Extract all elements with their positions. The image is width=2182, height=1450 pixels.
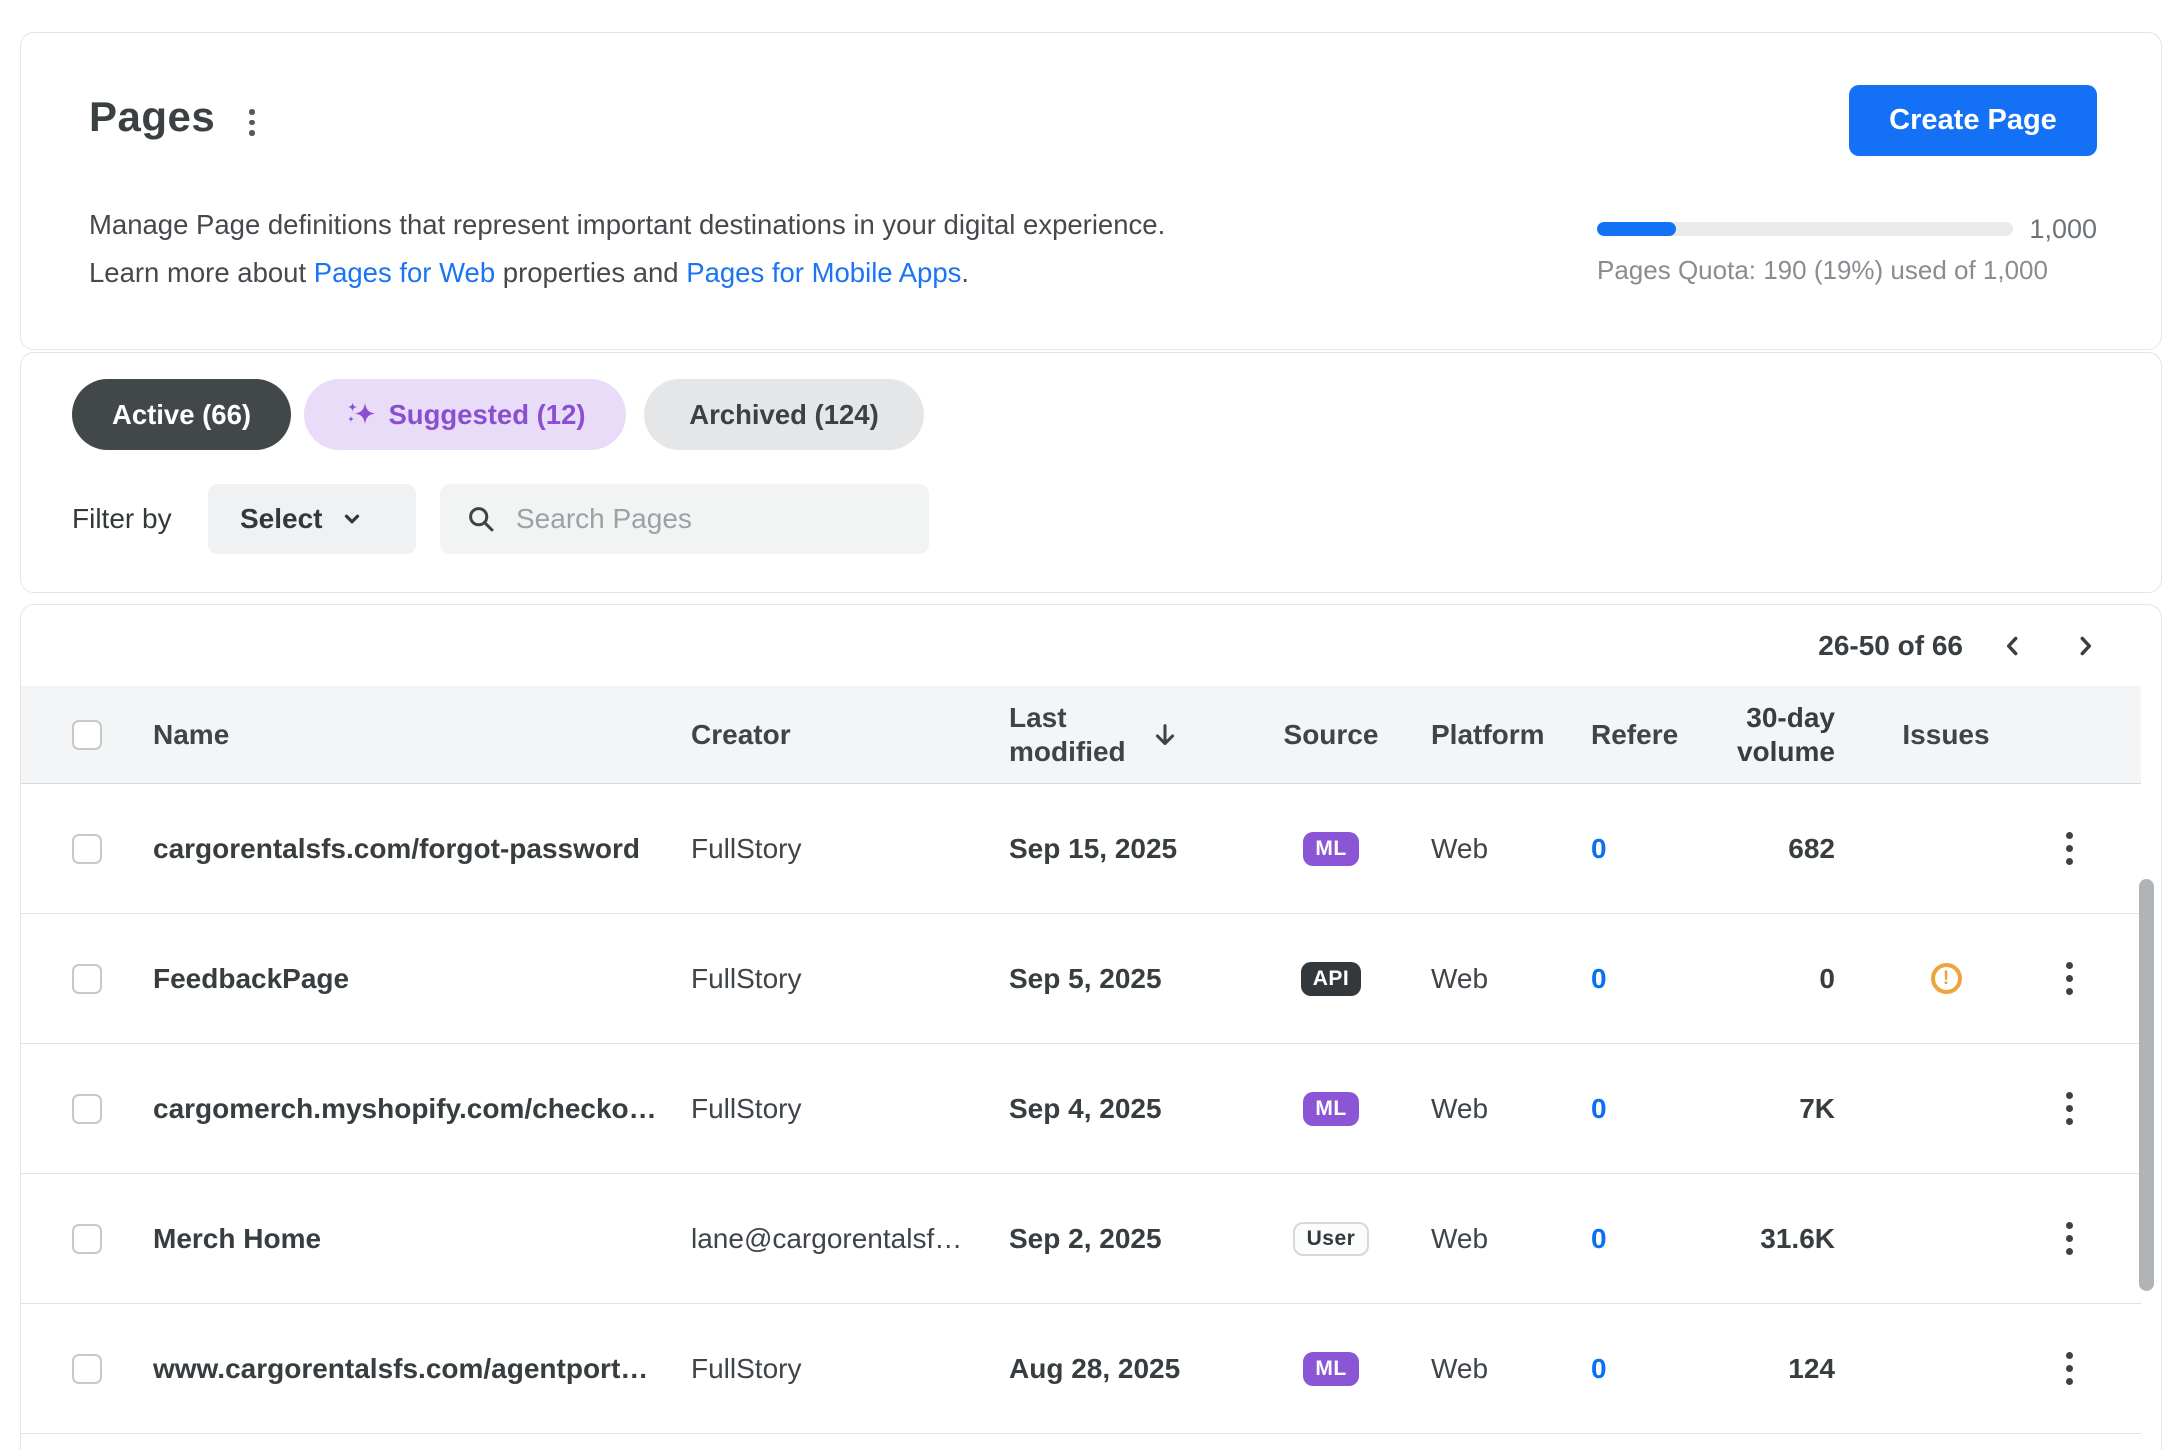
row-checkbox[interactable] [72, 1224, 102, 1254]
quota-max-label: 1,000 [2029, 214, 2097, 245]
page-creator: FullStory [691, 833, 1009, 865]
row-checkbox[interactable] [72, 1094, 102, 1124]
page-last-modified: Sep 4, 2025 [1009, 1093, 1231, 1125]
chevron-left-icon [2000, 633, 2026, 659]
source-badge: ML [1303, 1092, 1358, 1126]
next-page-button[interactable] [2063, 624, 2107, 668]
column-header-platform: Platform [1431, 719, 1591, 751]
referrals-count-link[interactable]: 0 [1591, 1223, 1731, 1255]
search-icon [466, 504, 496, 534]
quota-usage-text: Pages Quota: 190 (19%) used of 1,000 [1597, 255, 2097, 286]
page-volume: 7K [1731, 1093, 1851, 1125]
filter-select-value: Select [240, 503, 323, 535]
tab-suggested-label: Suggested (12) [388, 399, 585, 431]
source-badge: ML [1303, 1352, 1358, 1386]
column-header-issues: Issues [1851, 719, 2041, 751]
issue-warning-icon[interactable]: ! [1931, 963, 1962, 994]
page-last-modified: Sep 15, 2025 [1009, 833, 1231, 865]
page-last-modified: Aug 28, 2025 [1009, 1353, 1231, 1385]
tab-active[interactable]: Active (66) [72, 379, 291, 450]
page-name[interactable]: FeedbackPage [153, 963, 691, 995]
select-all-checkbox[interactable] [72, 720, 102, 750]
page-platform: Web [1431, 963, 1591, 995]
page-volume: 0 [1731, 963, 1851, 995]
previous-page-button[interactable] [1991, 624, 2035, 668]
row-menu-kebab-icon[interactable] [2066, 962, 2073, 995]
row-menu-kebab-icon[interactable] [2066, 832, 2073, 865]
page-volume: 682 [1731, 833, 1851, 865]
referrals-count-link[interactable]: 0 [1591, 1093, 1731, 1125]
table-row[interactable]: www.cargorentalsfs.com/agentport… FullSt… [21, 1304, 2141, 1434]
page-volume: 124 [1731, 1353, 1851, 1385]
row-menu-kebab-icon[interactable] [2066, 1222, 2073, 1255]
page-platform: Web [1431, 833, 1591, 865]
page-volume: 31.6K [1731, 1223, 1851, 1255]
filter-select-dropdown[interactable]: Select [208, 484, 416, 554]
source-badge: User [1293, 1222, 1370, 1256]
search-input[interactable] [516, 503, 896, 535]
row-checkbox[interactable] [72, 1354, 102, 1384]
column-header-volume: 30-day volume [1731, 701, 1851, 769]
row-checkbox[interactable] [72, 964, 102, 994]
page-name[interactable]: cargorentalsfs.com/forgot-password [153, 833, 691, 865]
table-row[interactable]: cargorentalsfs.com/forgot-password FullS… [21, 784, 2141, 914]
table-row[interactable]: cargomerch.myshopify.com/checko… FullSto… [21, 1044, 2141, 1174]
pagination-range: 26-50 of 66 [1818, 630, 1963, 662]
table-body: cargorentalsfs.com/forgot-password FullS… [21, 784, 2161, 1434]
filter-by-label: Filter by [72, 503, 172, 535]
sort-descending-icon [1151, 721, 1179, 749]
page-platform: Web [1431, 1093, 1591, 1125]
page-creator: FullStory [691, 963, 1009, 995]
page-last-modified: Sep 5, 2025 [1009, 963, 1231, 995]
create-page-button[interactable]: Create Page [1849, 85, 2097, 156]
description-line2: Learn more about Pages for Web propertie… [89, 249, 1165, 297]
quota-progress-bar [1597, 222, 2013, 236]
page-last-modified: Sep 2, 2025 [1009, 1223, 1231, 1255]
page-name[interactable]: Merch Home [153, 1223, 691, 1255]
column-header-referrals: Refere [1591, 719, 1731, 751]
page-platform: Web [1431, 1223, 1591, 1255]
description-line1: Manage Page definitions that represent i… [89, 201, 1165, 249]
search-box[interactable] [440, 484, 929, 554]
referrals-count-link[interactable]: 0 [1591, 1353, 1731, 1385]
referrals-count-link[interactable]: 0 [1591, 963, 1731, 995]
filters-card: Active (66) Suggested (12) Archived (124… [20, 352, 2162, 593]
column-header-last-modified[interactable]: Last modified [1009, 701, 1231, 769]
column-header-name: Name [153, 719, 691, 751]
pages-for-mobile-apps-link[interactable]: Pages for Mobile Apps [686, 257, 961, 288]
page-name[interactable]: cargomerch.myshopify.com/checko… [153, 1093, 691, 1125]
tab-suggested[interactable]: Suggested (12) [304, 379, 626, 450]
referrals-count-link[interactable]: 0 [1591, 833, 1731, 865]
table-row[interactable]: FeedbackPage FullStory Sep 5, 2025 API W… [21, 914, 2141, 1044]
chevron-right-icon [2072, 633, 2098, 659]
row-menu-kebab-icon[interactable] [2066, 1352, 2073, 1385]
table-row[interactable]: Merch Home lane@cargorentalsf… Sep 2, 20… [21, 1174, 2141, 1304]
pagination: 26-50 of 66 [21, 605, 2161, 686]
page-title-kebab-icon[interactable] [249, 109, 255, 136]
quota-progress-fill [1597, 222, 1676, 236]
row-checkbox[interactable] [72, 834, 102, 864]
pages-table-card: 26-50 of 66 Name Creator Last modified S… [20, 604, 2162, 1450]
page-platform: Web [1431, 1353, 1591, 1385]
page-description: Manage Page definitions that represent i… [89, 201, 1165, 297]
tab-archived[interactable]: Archived (124) [644, 379, 924, 450]
column-header-creator: Creator [691, 719, 1009, 751]
pages-header-card: Pages Create Page Manage Page definition… [20, 32, 2162, 350]
pages-quota: 1,000 Pages Quota: 190 (19%) used of 1,0… [1597, 213, 2097, 286]
source-badge: API [1301, 962, 1362, 996]
column-header-source: Source [1231, 719, 1431, 751]
page-creator: FullStory [691, 1093, 1009, 1125]
chevron-down-icon [341, 508, 363, 530]
page-creator: lane@cargorentalsf… [691, 1223, 1009, 1255]
pages-for-web-link[interactable]: Pages for Web [314, 257, 495, 288]
page-name[interactable]: www.cargorentalsfs.com/agentport… [153, 1353, 691, 1385]
page-title: Pages [89, 93, 215, 141]
table-header: Name Creator Last modified Source Platfo… [21, 686, 2141, 784]
row-menu-kebab-icon[interactable] [2066, 1092, 2073, 1125]
sparkle-icon [344, 399, 376, 431]
page-creator: FullStory [691, 1353, 1009, 1385]
table-scrollbar-thumb[interactable] [2139, 879, 2154, 1291]
source-badge: ML [1303, 832, 1358, 866]
